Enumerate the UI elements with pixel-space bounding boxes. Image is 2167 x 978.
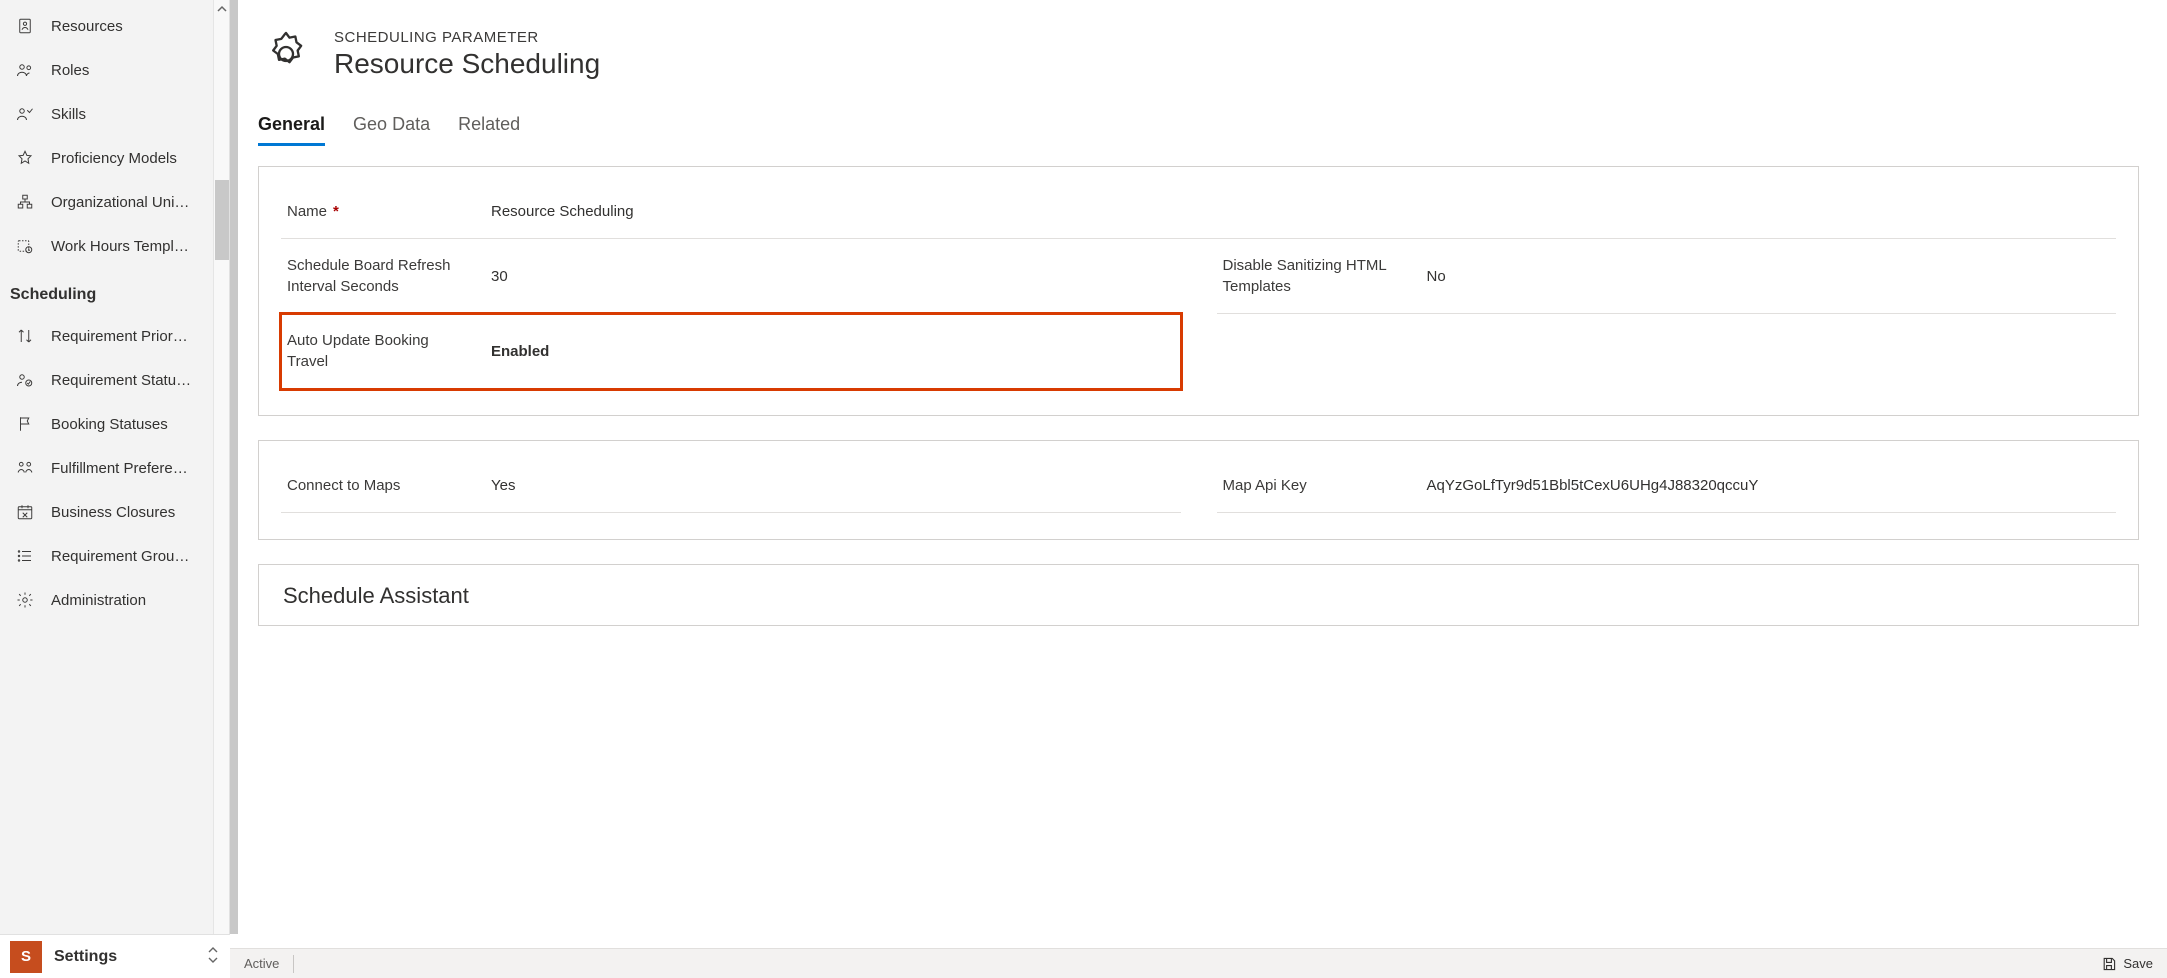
reqstatus-icon <box>14 369 36 391</box>
status-bar: Active Save <box>230 948 2167 978</box>
field-value[interactable]: AqYzGoLfTyr9d51Bbl5tCexU6UHg4J88320qccuY <box>1417 459 2117 512</box>
field-value[interactable]: Resource Scheduling <box>481 185 2116 238</box>
required-marker: * <box>333 201 339 222</box>
app-switcher[interactable]: S Settings <box>0 934 230 978</box>
field-value[interactable]: 30 <box>481 239 1181 313</box>
sidebar-item-workhours[interactable]: Work Hours Templ… <box>0 224 229 268</box>
main-content: SCHEDULING PARAMETER Resource Scheduling… <box>230 0 2167 978</box>
field-refresh-interval[interactable]: Schedule Board Refresh Interval Seconds … <box>281 239 1181 314</box>
form-title: Resource Scheduling <box>334 48 600 80</box>
field-label: Connect to Maps <box>281 459 481 512</box>
field-connect-maps[interactable]: Connect to Maps Yes <box>281 459 1181 513</box>
field-auto-update-travel[interactable]: Auto Update Booking Travel Enabled <box>281 314 1181 389</box>
sidebar-item-reqstatus[interactable]: Requirement Statu… <box>0 358 229 402</box>
tab-geodata[interactable]: Geo Data <box>353 114 430 145</box>
flag-icon <box>14 413 36 435</box>
sidebar-item-label: Roles <box>51 62 89 79</box>
section-general: Name * Resource Scheduling Schedule Boar… <box>258 166 2139 416</box>
sidebar-item-label: Proficiency Models <box>51 150 177 167</box>
sidebar-item-proficiency[interactable]: Proficiency Models <box>0 136 229 180</box>
field-label: Map Api Key <box>1217 459 1417 512</box>
sidebar-item-orgunits[interactable]: Organizational Uni… <box>0 180 229 224</box>
sidebar-item-reqprior[interactable]: Requirement Prior… <box>0 314 229 358</box>
star-icon <box>14 147 36 169</box>
sidebar-item-label: Organizational Uni… <box>51 194 189 211</box>
sidebar-section-header: Scheduling <box>0 268 229 314</box>
field-label: Name * <box>281 185 481 238</box>
tab-related[interactable]: Related <box>458 114 520 145</box>
form-overline: SCHEDULING PARAMETER <box>334 29 600 46</box>
main-scrollbar-thumb[interactable] <box>230 0 238 934</box>
record-state: Active <box>244 956 279 971</box>
field-name[interactable]: Name * Resource Scheduling <box>281 185 2116 239</box>
field-value[interactable]: Yes <box>481 459 1181 512</box>
sidebar-scrollbar[interactable] <box>213 0 229 978</box>
chevron-up-icon[interactable] <box>216 2 228 14</box>
field-label: Disable Sanitizing HTML Templates <box>1217 239 1417 313</box>
sidebar-item-label: Work Hours Templ… <box>51 238 189 255</box>
workhours-icon <box>14 235 36 257</box>
chevron-updown-icon <box>206 946 220 967</box>
field-disable-sanitize[interactable]: Disable Sanitizing HTML Templates No <box>1217 239 2117 314</box>
tab-bar: General Geo Data Related <box>230 92 2167 146</box>
sidebar-item-fulfillment[interactable]: Fulfillment Prefere… <box>0 446 229 490</box>
priority-icon <box>14 325 36 347</box>
sidebar-item-label: Business Closures <box>51 504 175 521</box>
field-map-api-key[interactable]: Map Api Key AqYzGoLfTyr9d51Bbl5tCexU6UHg… <box>1217 459 2117 513</box>
gear-icon <box>14 589 36 611</box>
sidebar-item-bookingstatus[interactable]: Booking Statuses <box>0 402 229 446</box>
sidebar-item-label: Fulfillment Prefere… <box>51 460 188 477</box>
field-label: Auto Update Booking Travel <box>281 314 481 388</box>
app-switcher-name: Settings <box>54 948 206 966</box>
resources-icon <box>14 15 36 37</box>
statusbar-divider <box>293 955 294 973</box>
sidebar-item-label: Administration <box>51 592 146 609</box>
sidebar-item-bizclosures[interactable]: Business Closures <box>0 490 229 534</box>
section-schedule-assistant: Schedule Assistant <box>258 564 2139 626</box>
section-maps: Connect to Maps Yes Map Api Key AqYzGoLf… <box>258 440 2139 540</box>
tab-general[interactable]: General <box>258 114 325 145</box>
calendar-x-icon <box>14 501 36 523</box>
sidebar-item-resources[interactable]: Resources <box>0 4 229 48</box>
skills-icon <box>14 103 36 125</box>
save-label: Save <box>2123 956 2153 971</box>
section-title: Schedule Assistant <box>283 583 2116 609</box>
sidebar-item-label: Requirement Prior… <box>51 328 188 345</box>
sidebar-item-label: Booking Statuses <box>51 416 168 433</box>
sidebar-item-roles[interactable]: Roles <box>0 48 229 92</box>
sidebar-item-reqgroup[interactable]: Requirement Grou… <box>0 534 229 578</box>
sidebar-item-label: Resources <box>51 18 123 35</box>
field-value[interactable]: No <box>1417 239 2117 313</box>
sidebar: Resources Roles Skills Proficiency Model… <box>0 0 230 978</box>
sidebar-item-label: Skills <box>51 106 86 123</box>
sidebar-item-admin[interactable]: Administration <box>0 578 229 622</box>
roles-icon <box>14 59 36 81</box>
app-tile-icon: S <box>10 941 42 973</box>
org-icon <box>14 191 36 213</box>
field-value[interactable]: Enabled <box>481 314 1181 388</box>
sidebar-item-label: Requirement Grou… <box>51 548 189 565</box>
fulfillment-icon <box>14 457 36 479</box>
list-icon <box>14 545 36 567</box>
save-button[interactable]: Save <box>2101 956 2153 972</box>
scrollbar-thumb[interactable] <box>215 180 229 260</box>
form-gear-icon <box>258 26 314 82</box>
sidebar-item-skills[interactable]: Skills <box>0 92 229 136</box>
sidebar-item-label: Requirement Statu… <box>51 372 191 389</box>
form-header: SCHEDULING PARAMETER Resource Scheduling <box>230 0 2167 92</box>
field-label: Schedule Board Refresh Interval Seconds <box>281 239 481 313</box>
